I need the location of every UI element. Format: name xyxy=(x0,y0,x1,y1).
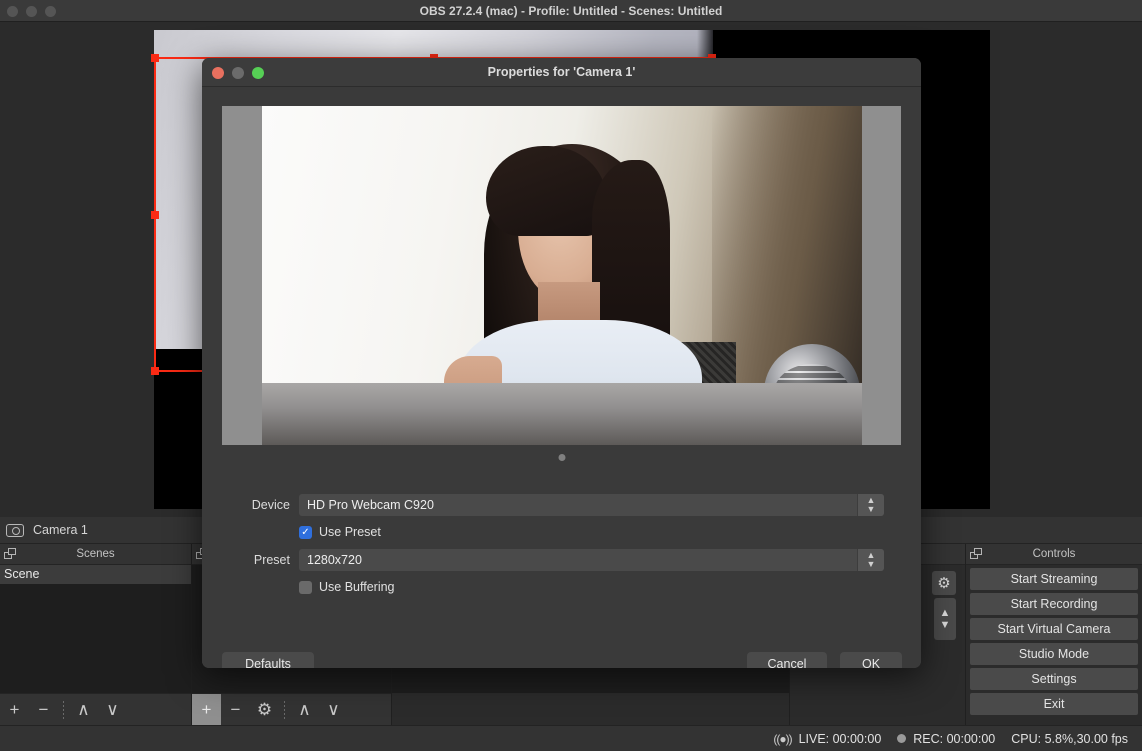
rec-status: REC: 00:00:00 xyxy=(897,732,995,746)
toolbar-separator xyxy=(63,700,64,719)
remove-scene-button[interactable]: − xyxy=(29,694,58,726)
toolbar-separator xyxy=(284,700,285,719)
defaults-button[interactable]: Defaults xyxy=(222,652,314,668)
cancel-button[interactable]: Cancel xyxy=(747,652,827,668)
broadcast-icon: ((●)) xyxy=(773,731,792,746)
move-scene-up-button[interactable]: ∧ xyxy=(69,694,98,726)
obs-main-window: OBS 27.2.4 (mac) - Profile: Untitled - S… xyxy=(0,0,1142,751)
preset-stepper[interactable]: ▲ ▼ xyxy=(857,549,884,571)
source-properties-gear-icon[interactable]: ⚙ xyxy=(250,694,279,726)
scenes-list[interactable]: Scene xyxy=(0,565,191,693)
sources-toolbar: + − ⚙ ∧ ∨ xyxy=(192,693,391,726)
stepper-up-icon[interactable]: ▲ xyxy=(940,607,951,619)
record-dot-icon xyxy=(897,734,907,743)
add-source-button[interactable]: + xyxy=(192,693,221,726)
rec-time-label: REC: 00:00:00 xyxy=(913,731,996,746)
device-row: Device HD Pro Webcam C920 ▲ ▼ xyxy=(222,494,884,516)
dialog-title: Properties for 'Camera 1' xyxy=(487,65,636,79)
live-time-label: LIVE: 00:00:00 xyxy=(798,731,882,746)
start-recording-button[interactable]: Start Recording xyxy=(970,593,1138,615)
start-virtual-camera-button[interactable]: Start Virtual Camera xyxy=(970,618,1138,640)
transition-gear-icon[interactable]: ⚙ xyxy=(932,571,956,595)
person-hair-front xyxy=(486,146,606,236)
list-item[interactable]: Scene xyxy=(0,565,191,584)
move-source-down-button[interactable]: ∨ xyxy=(319,694,348,726)
preset-row: Preset 1280x720 ▲ ▼ xyxy=(222,549,884,571)
dialog-body: Device HD Pro Webcam C920 ▲ ▼ ✓ Use Pres… xyxy=(202,87,921,668)
move-source-up-button[interactable]: ∧ xyxy=(290,694,319,726)
controls-dock-title: Controls xyxy=(1032,548,1076,560)
window-title: OBS 27.2.4 (mac) - Profile: Untitled - S… xyxy=(419,4,723,18)
desk-surface xyxy=(262,383,862,445)
preview-scroll-indicator xyxy=(558,454,565,461)
video-preview xyxy=(222,106,901,445)
controls-dock-header[interactable]: Controls xyxy=(966,544,1142,565)
preset-label: Preset xyxy=(253,553,290,567)
add-scene-button[interactable]: + xyxy=(0,694,29,726)
device-stepper[interactable]: ▲ ▼ xyxy=(857,494,884,516)
device-select[interactable]: HD Pro Webcam C920 ▲ ▼ xyxy=(299,494,884,516)
float-dock-icon[interactable] xyxy=(970,548,983,560)
use-preset-label: Use Preset xyxy=(319,525,381,539)
controls-body: Start Streaming Start Recording Start Vi… xyxy=(966,565,1142,725)
window-titlebar: OBS 27.2.4 (mac) - Profile: Untitled - S… xyxy=(0,0,1142,22)
live-status: ((●)) LIVE: 00:00:00 xyxy=(773,732,881,746)
use-buffering-label: Use Buffering xyxy=(319,580,395,594)
stepper-down-icon[interactable]: ▼ xyxy=(940,619,951,631)
studio-mode-button[interactable]: Studio Mode xyxy=(970,643,1138,665)
use-preset-row[interactable]: ✓ Use Preset xyxy=(299,525,381,539)
webcam-feed xyxy=(262,106,862,445)
use-preset-checkbox[interactable]: ✓ xyxy=(299,525,312,539)
ok-button[interactable]: OK xyxy=(840,652,902,668)
device-value: HD Pro Webcam C920 xyxy=(307,498,434,512)
use-buffering-checkbox[interactable] xyxy=(299,580,312,594)
exit-button[interactable]: Exit xyxy=(970,693,1138,715)
scenes-dock-title: Scenes xyxy=(76,548,115,560)
device-label: Device xyxy=(251,498,290,512)
stepper-down-icon[interactable]: ▼ xyxy=(867,560,876,569)
status-bar: ((●)) LIVE: 00:00:00 REC: 00:00:00 CPU: … xyxy=(0,725,1142,751)
float-dock-icon[interactable] xyxy=(4,548,17,560)
move-scene-down-button[interactable]: ∨ xyxy=(98,694,127,726)
source-name-label: Camera 1 xyxy=(33,523,88,537)
dialog-titlebar: Properties for 'Camera 1' xyxy=(202,58,921,87)
scenes-toolbar: + − ∧ ∨ xyxy=(0,693,191,725)
settings-button[interactable]: Settings xyxy=(970,668,1138,690)
stepper-down-icon[interactable]: ▼ xyxy=(867,505,876,514)
scenes-dock-header[interactable]: Scenes xyxy=(0,544,191,565)
use-buffering-row[interactable]: Use Buffering xyxy=(299,580,395,594)
remove-source-button[interactable]: − xyxy=(221,694,250,726)
preset-value: 1280x720 xyxy=(307,553,362,567)
start-streaming-button[interactable]: Start Streaming xyxy=(970,568,1138,590)
camera-icon xyxy=(6,523,24,537)
properties-dialog: Properties for 'Camera 1' Device HD Pro … xyxy=(202,58,921,668)
transition-duration-stepper[interactable]: ▲ ▼ xyxy=(934,598,956,640)
preset-select[interactable]: 1280x720 ▲ ▼ xyxy=(299,549,884,571)
cpu-usage-label: CPU: 5.8%,30.00 fps xyxy=(1011,731,1128,746)
controls-dock: Controls Start Streaming Start Recording… xyxy=(966,544,1142,725)
scenes-dock: Scenes Scene + − ∧ ∨ xyxy=(0,544,192,725)
